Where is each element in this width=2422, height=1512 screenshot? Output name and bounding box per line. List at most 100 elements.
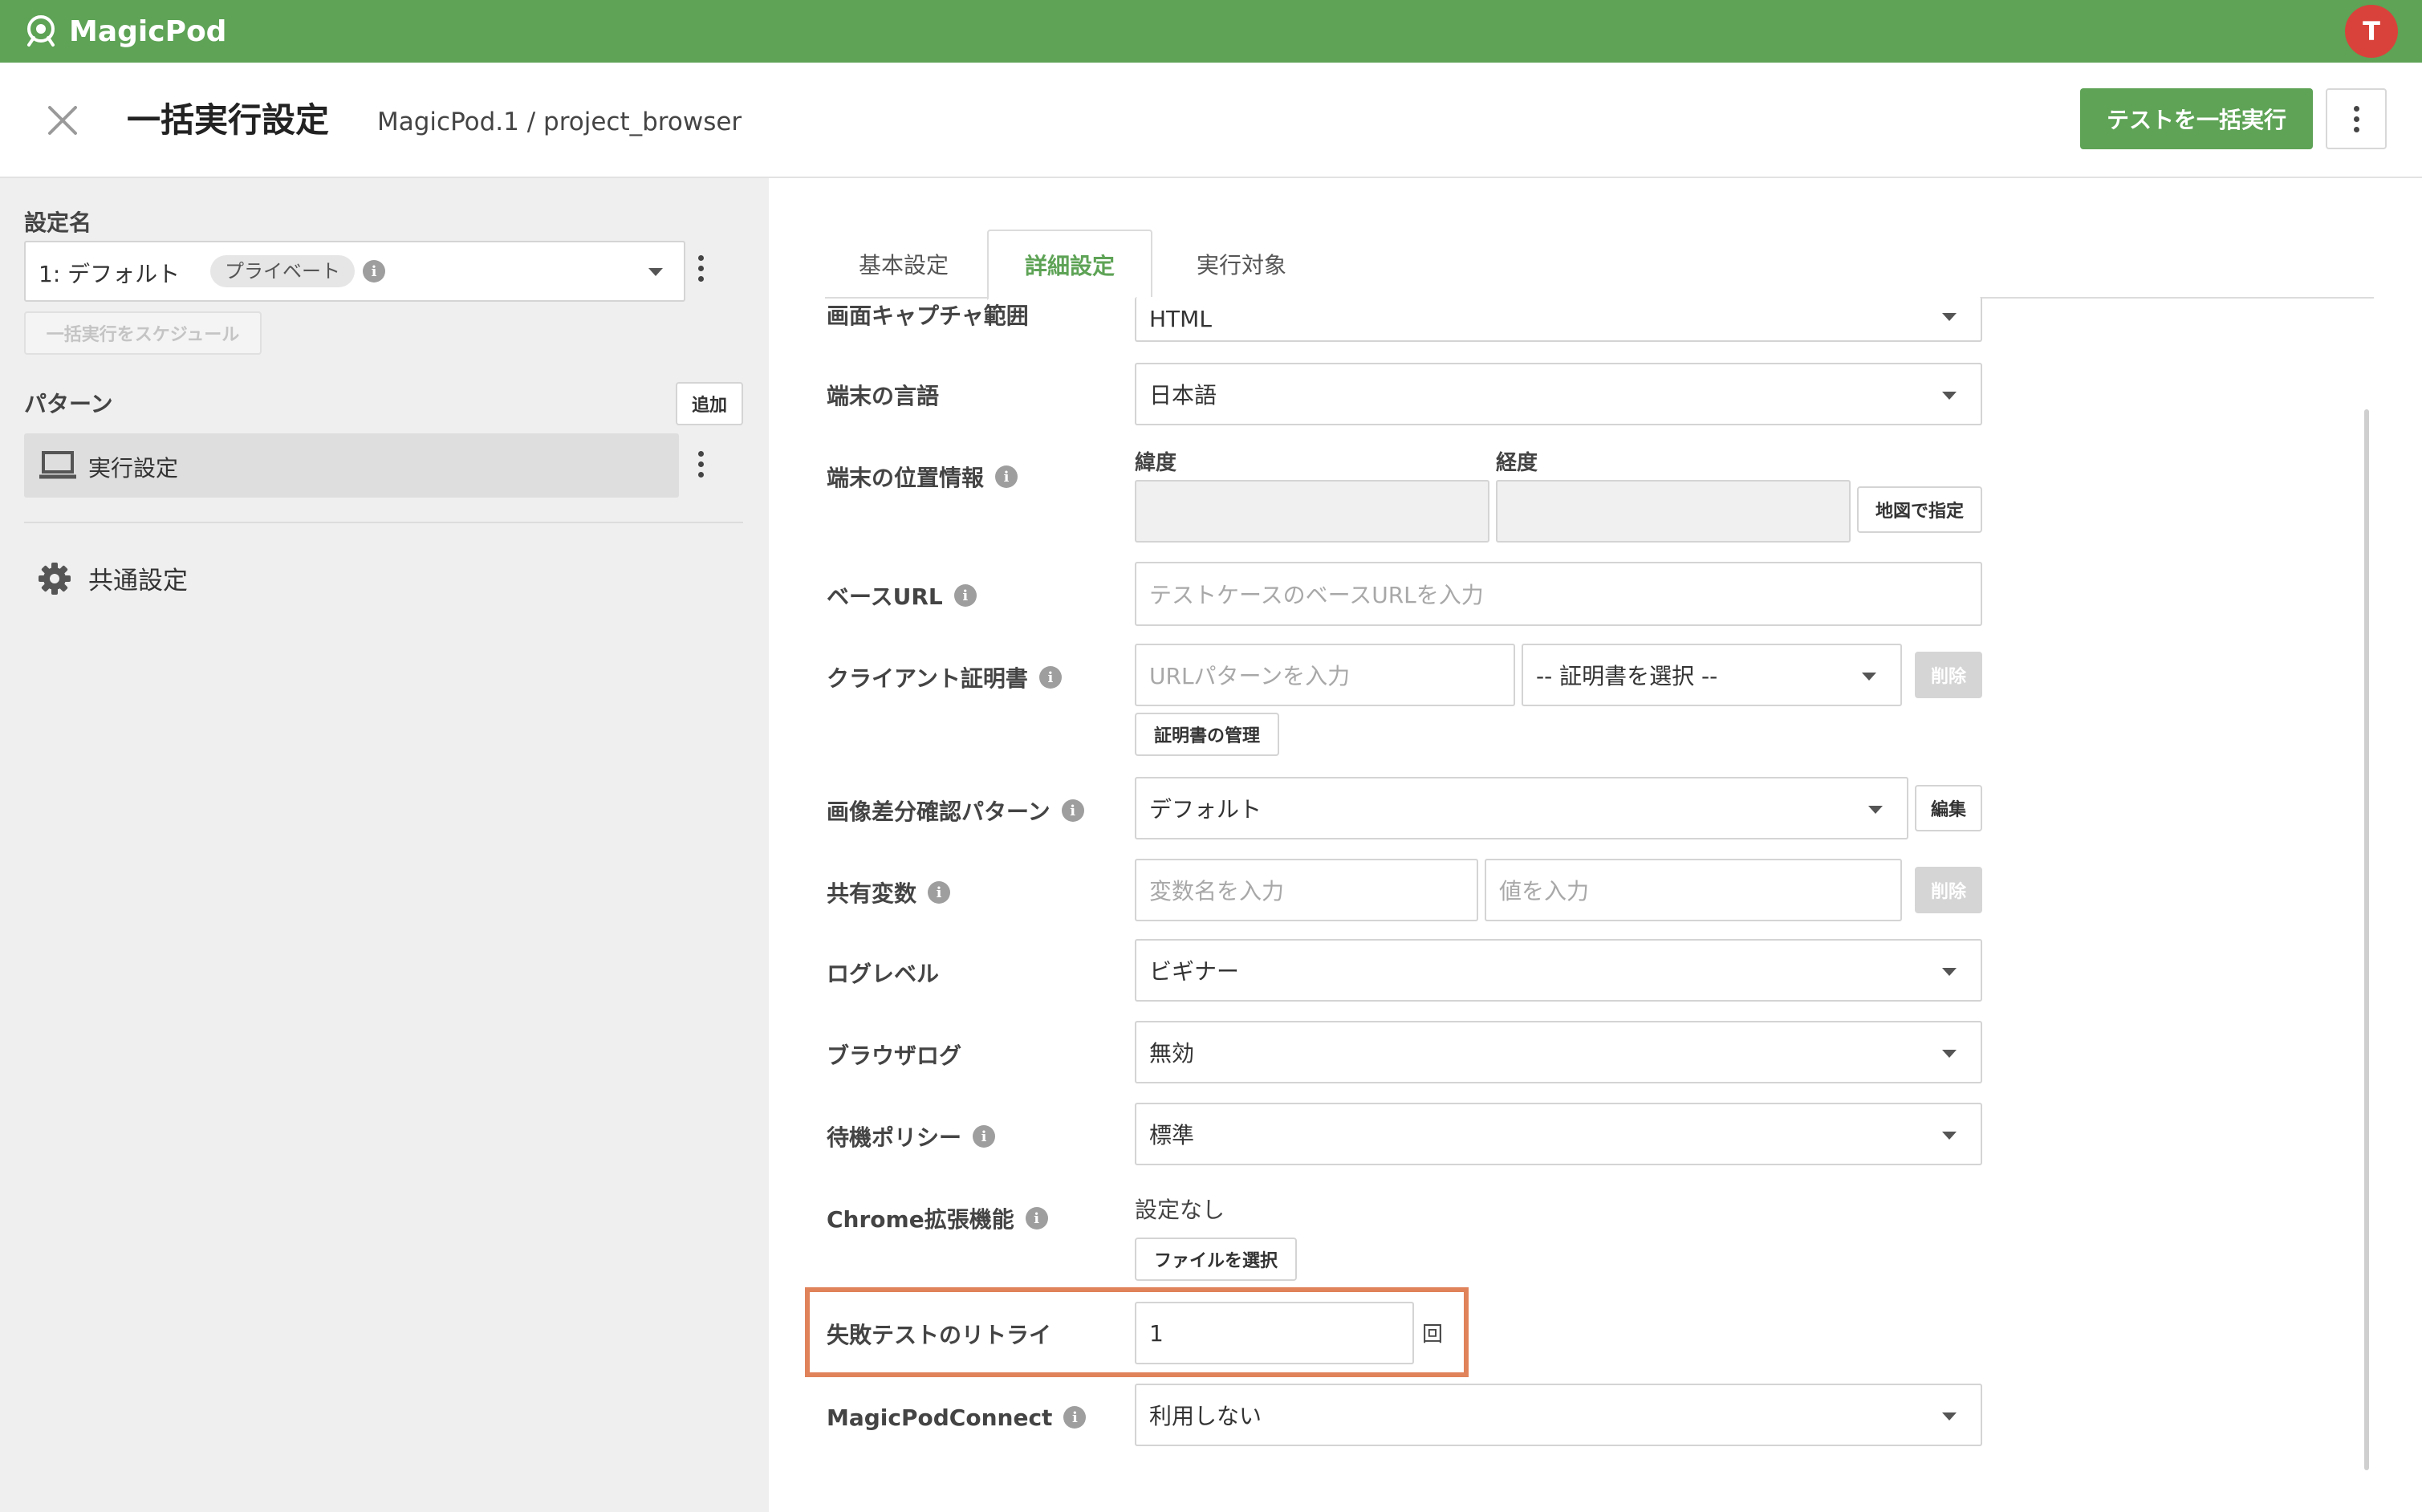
base-url-input[interactable]: テストケースのベースURLを入力 <box>1135 562 1982 626</box>
log-level-label: ログレベル <box>827 961 940 987</box>
image-diff-value: デフォルト <box>1149 796 1262 823</box>
setting-more-button[interactable] <box>698 255 704 282</box>
chevron-down-icon <box>1942 968 1957 976</box>
user-avatar[interactable]: T <box>2345 5 2398 58</box>
cert-select[interactable]: -- 証明書を選択 -- <box>1522 644 1902 706</box>
laptop-icon <box>39 451 76 479</box>
tab-detailed-settings[interactable]: 詳細設定 <box>987 230 1152 300</box>
sidebar: 設定名 1: デフォルト プライベート i 一括実行をスケジュール パターン 追… <box>0 178 769 1512</box>
setting-name-label: 設定名 <box>24 209 92 236</box>
top-bar: MagicPod T <box>0 0 2422 63</box>
latitude-label: 緯度 <box>1135 451 1177 475</box>
log-level-select[interactable]: ビギナー <box>1135 939 1982 1002</box>
info-icon: i <box>1038 666 1062 689</box>
longitude-input[interactable] <box>1496 480 1851 543</box>
device-language-label: 端末の言語 <box>827 383 940 409</box>
shared-var-name-input[interactable]: 変数名を入力 <box>1135 859 1478 921</box>
cert-url-pattern-input[interactable]: URLパターンを入力 <box>1135 644 1515 706</box>
info-icon: i <box>973 1125 996 1148</box>
header-more-button[interactable] <box>2326 88 2387 149</box>
image-diff-label: 画像差分確認パターン i <box>827 795 1084 827</box>
gear-icon <box>39 562 71 595</box>
screen-capture-select[interactable]: HTML <box>1135 297 1982 342</box>
more-vertical-icon <box>2353 105 2359 132</box>
choose-file-button[interactable]: ファイルを選択 <box>1135 1238 1297 1281</box>
chevron-down-icon <box>1942 1412 1957 1421</box>
add-pattern-button[interactable]: 追加 <box>676 382 743 425</box>
magicpod-connect-select[interactable]: 利用しない <box>1135 1384 1982 1446</box>
info-icon: i <box>1025 1207 1048 1230</box>
chevron-down-icon <box>1942 392 1957 400</box>
tab-basic-settings[interactable]: 基本設定 <box>825 230 982 299</box>
shared-var-delete-button[interactable]: 削除 <box>1915 867 1982 913</box>
chevron-down-icon <box>648 268 663 276</box>
chevron-down-icon <box>1868 806 1883 814</box>
device-language-value: 日本語 <box>1149 382 1217 408</box>
pattern-label: パターン <box>24 391 113 417</box>
browser-log-select[interactable]: 無効 <box>1135 1021 1982 1083</box>
shared-var-value-input[interactable]: 値を入力 <box>1485 859 1902 921</box>
retry-count-input[interactable]: 1 <box>1135 1302 1414 1364</box>
browser-log-label: ブラウザログ <box>827 1043 962 1069</box>
run-all-tests-button[interactable]: テストを一括実行 <box>2080 88 2313 149</box>
info-icon: i <box>1061 799 1084 822</box>
setting-select-value: 1: デフォルト <box>39 261 181 287</box>
wait-policy-select[interactable]: 標準 <box>1135 1103 1982 1165</box>
more-vertical-icon <box>698 451 704 478</box>
page-title: 一括実行設定 <box>127 100 330 140</box>
magicpod-connect-value: 利用しない <box>1149 1403 1262 1429</box>
schedule-button[interactable]: 一括実行をスケジュール <box>24 311 262 355</box>
chrome-ext-status: 設定なし <box>1135 1197 1225 1223</box>
chevron-down-icon <box>1862 673 1876 681</box>
info-icon: i <box>995 465 1018 488</box>
retry-label: 失敗テストのリトライ <box>827 1322 1052 1348</box>
pattern-item-execution-setting[interactable]: 実行設定 <box>24 433 679 498</box>
latitude-input[interactable] <box>1135 480 1489 543</box>
chevron-down-icon <box>1942 1050 1957 1058</box>
client-cert-label: クライアント証明書 i <box>827 661 1062 693</box>
robot-logo-icon <box>27 15 55 47</box>
private-badge: プライベート <box>210 255 355 287</box>
chevron-down-icon <box>1942 1132 1957 1140</box>
shared-vars-label: 共有変数 i <box>827 876 951 908</box>
settings-tabs: 基本設定 詳細設定 実行対象 <box>825 230 2374 300</box>
cert-select-value: -- 証明書を選択 -- <box>1536 663 1718 689</box>
browser-log-value: 無効 <box>1149 1040 1195 1067</box>
info-icon: i <box>953 584 977 607</box>
base-url-label: ベースURL i <box>827 579 977 612</box>
pattern-more-button[interactable] <box>698 451 704 478</box>
manage-cert-button[interactable]: 証明書の管理 <box>1135 713 1279 756</box>
tab-execution-target[interactable]: 実行対象 <box>1157 230 1326 299</box>
info-icon: i <box>928 881 951 904</box>
retry-unit: 回 <box>1422 1323 1444 1347</box>
wait-policy-label: 待機ポリシー i <box>827 1120 996 1152</box>
breadcrumb: MagicPod.1 / project_browser <box>377 108 742 136</box>
longitude-label: 経度 <box>1496 451 1538 475</box>
close-icon <box>48 106 77 135</box>
chevron-down-icon <box>1942 313 1957 321</box>
common-settings-label: 共通設定 <box>88 567 188 595</box>
info-icon: i <box>363 260 385 282</box>
image-diff-edit-button[interactable]: 編集 <box>1915 785 1982 831</box>
chrome-ext-label: Chrome拡張機能 i <box>827 1202 1048 1234</box>
info-icon: i <box>1063 1406 1087 1429</box>
main-scrollbar[interactable] <box>2364 409 2369 1470</box>
image-diff-select[interactable]: デフォルト <box>1135 777 1908 839</box>
pattern-item-label: 実行設定 <box>88 455 179 482</box>
more-vertical-icon <box>698 255 704 282</box>
device-location-label: 端末の位置情報 i <box>827 461 1018 493</box>
cert-delete-button[interactable]: 削除 <box>1915 652 1982 698</box>
common-settings-link[interactable]: 共通設定 <box>37 560 188 596</box>
screen-capture-value: HTML <box>1149 305 1212 332</box>
magicpod-logo[interactable]: MagicPod <box>22 10 226 53</box>
page-header: 一括実行設定 MagicPod.1 / project_browser テストを… <box>0 63 2422 178</box>
log-level-value: ビギナー <box>1149 958 1240 985</box>
setting-select[interactable]: 1: デフォルト プライベート i <box>24 241 685 302</box>
screen-capture-label: 画面キャプチャ範囲 <box>827 303 1029 329</box>
map-select-button[interactable]: 地図で指定 <box>1857 486 1982 533</box>
app-name: MagicPod <box>69 14 227 48</box>
magicpod-connect-label: MagicPodConnect i <box>827 1401 1087 1433</box>
wait-policy-value: 標準 <box>1149 1122 1195 1148</box>
device-language-select[interactable]: 日本語 <box>1135 363 1982 425</box>
close-button[interactable] <box>40 98 85 143</box>
